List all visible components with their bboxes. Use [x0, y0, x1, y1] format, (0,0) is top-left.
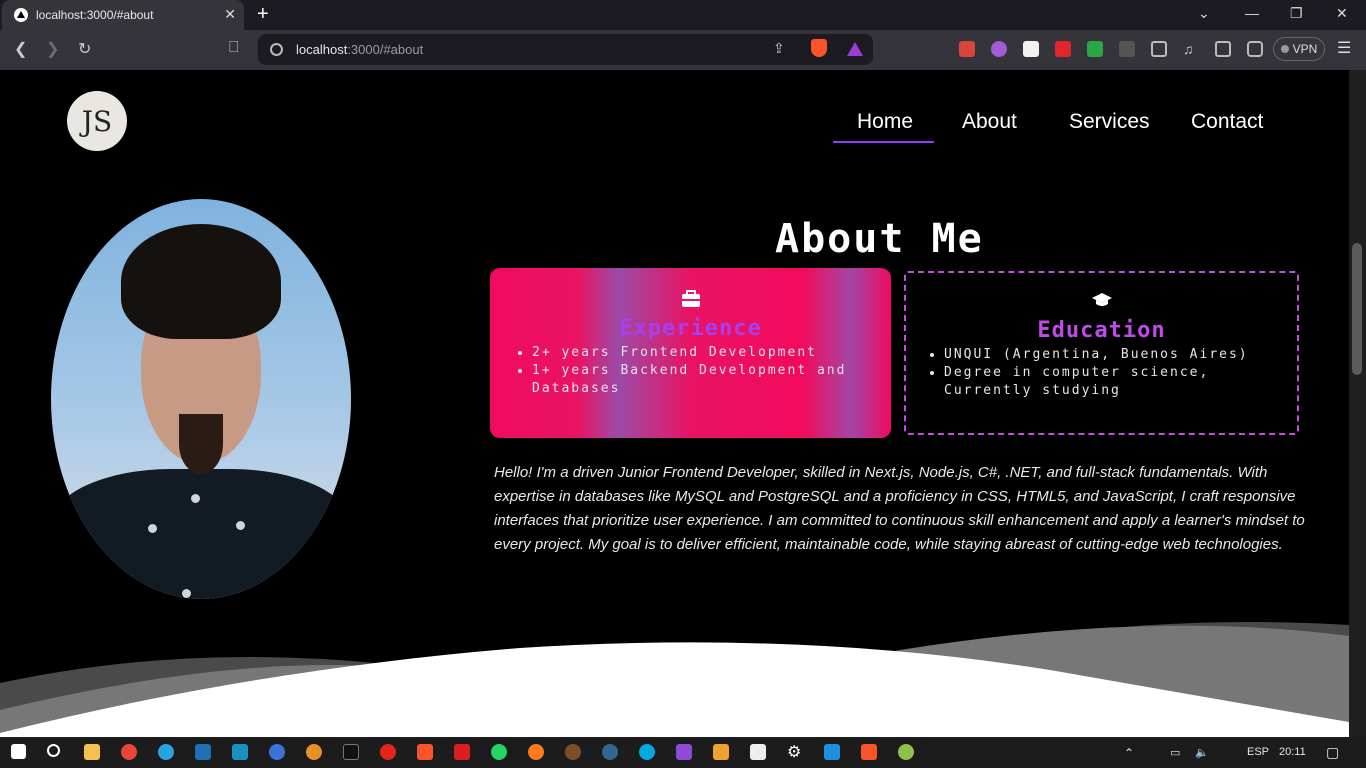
file-explorer-icon[interactable] — [84, 744, 100, 760]
brave-icon[interactable] — [861, 744, 877, 760]
clock[interactable]: 20:11 — [1279, 746, 1306, 758]
browser-tab-bar: localhost:3000/#about ✕ + ⌄ — ❐ ✕ — [0, 0, 1366, 30]
app-icon[interactable] — [232, 744, 248, 760]
pdf-icon[interactable] — [454, 744, 470, 760]
minimize-window-icon[interactable]: — — [1245, 5, 1259, 21]
extensions-puzzle-icon[interactable] — [1151, 41, 1167, 57]
close-tab-icon[interactable]: ✕ — [224, 6, 236, 23]
vpn-label: VPN — [1292, 42, 1318, 56]
reload-icon[interactable]: ↻ — [78, 39, 91, 59]
site-favicon-icon — [14, 8, 28, 22]
browser-toolbar: ❮ ❯ ↻ ⎕ localhost:3000/#about ⇪ ♫ VPN ☰ — [0, 30, 1366, 70]
chrome-icon[interactable] — [121, 744, 137, 760]
sidebar-icon[interactable] — [1215, 41, 1231, 57]
site-info-icon[interactable] — [270, 43, 283, 56]
menu-hamburger-icon[interactable]: ☰ — [1337, 38, 1351, 58]
youtube-extension-icon[interactable] — [1055, 41, 1071, 57]
tab-title: localhost:3000/#about — [36, 8, 154, 22]
settings-gear-icon[interactable]: ⚙ — [787, 742, 803, 761]
notifications-icon[interactable]: ▢ — [1326, 744, 1339, 761]
extension-3-icon[interactable] — [1023, 41, 1039, 57]
app-icon[interactable] — [565, 744, 581, 760]
url-host: localhost — [296, 42, 348, 57]
opera-icon[interactable] — [380, 744, 396, 760]
windows-taskbar: ⚙ ⌃ ▭ 🔈 ESP 20:11 ▢ — [0, 737, 1366, 768]
bookmark-icon[interactable]: ⎕ — [229, 39, 239, 57]
battery-icon[interactable]: ▭ — [1170, 746, 1180, 759]
app-icon[interactable] — [898, 744, 914, 760]
url-path: :3000/#about — [347, 42, 424, 57]
tab-list-chevron-icon[interactable]: ⌄ — [1198, 5, 1210, 22]
vpn-button[interactable]: VPN — [1273, 37, 1325, 61]
app-icon[interactable] — [713, 744, 729, 760]
forward-arrow-icon[interactable]: ❯ — [46, 39, 59, 59]
notion-icon[interactable] — [750, 744, 766, 760]
chevron-up-icon[interactable]: ⌃ — [1124, 746, 1134, 760]
page-scrollbar[interactable] — [1349, 70, 1366, 737]
app-v-icon[interactable] — [195, 744, 211, 760]
browser-tab[interactable]: localhost:3000/#about ✕ — [2, 0, 244, 30]
extension-1-icon[interactable] — [959, 41, 975, 57]
web-page: JS Home About Services Contact About Me … — [0, 70, 1349, 737]
address-bar[interactable]: localhost:3000/#about ⇪ — [258, 34, 873, 65]
back-arrow-icon[interactable]: ❮ — [14, 39, 27, 59]
firefox-icon[interactable] — [528, 744, 544, 760]
brave-icon[interactable] — [417, 744, 433, 760]
wallet-icon[interactable] — [1247, 41, 1263, 57]
decorative-wave — [0, 622, 1349, 737]
download-extension-icon[interactable] — [1087, 41, 1103, 57]
skype-icon[interactable] — [639, 744, 655, 760]
extension-6-icon[interactable] — [1119, 41, 1135, 57]
vscode-icon[interactable] — [824, 744, 840, 760]
app-icon[interactable] — [269, 744, 285, 760]
app-icon[interactable] — [306, 744, 322, 760]
share-icon[interactable]: ⇪ — [773, 40, 785, 57]
language-indicator[interactable]: ESP — [1247, 746, 1269, 758]
brave-shields-icon[interactable] — [811, 39, 827, 57]
brave-rewards-icon[interactable] — [847, 42, 863, 56]
visual-studio-icon[interactable] — [676, 744, 692, 760]
search-icon[interactable] — [47, 744, 60, 757]
close-window-icon[interactable]: ✕ — [1336, 5, 1348, 22]
new-tab-button[interactable]: + — [257, 3, 269, 26]
volume-icon[interactable]: 🔈 — [1195, 746, 1209, 759]
extension-2-icon[interactable] — [991, 41, 1007, 57]
whatsapp-icon[interactable] — [491, 744, 507, 760]
live-app-icon[interactable] — [343, 744, 359, 760]
vpn-status-icon — [1280, 45, 1289, 53]
restore-window-icon[interactable]: ❐ — [1290, 5, 1303, 22]
scrollbar-thumb[interactable] — [1352, 243, 1362, 375]
media-music-icon[interactable]: ♫ — [1183, 41, 1199, 57]
postgresql-icon[interactable] — [602, 744, 618, 760]
windows-start-icon[interactable] — [11, 744, 26, 759]
telegram-icon[interactable] — [158, 744, 174, 760]
